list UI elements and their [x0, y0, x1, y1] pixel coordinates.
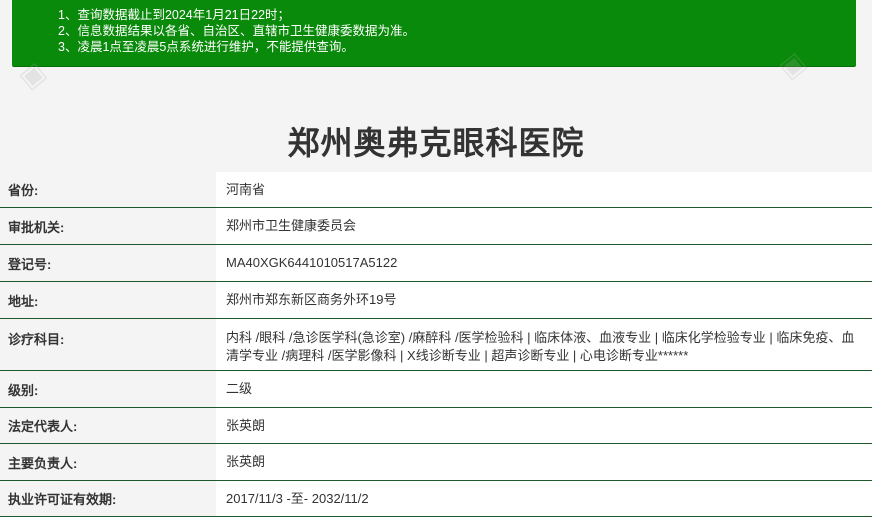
table-row-province: 省份: 河南省	[0, 172, 872, 208]
table-row-approval-authority: 审批机关: 郑州市卫生健康委员会	[0, 208, 872, 245]
table-row-legal-representative: 法定代表人: 张英朗	[0, 408, 872, 444]
row-value: 河南省	[216, 172, 872, 207]
table-row-address: 地址: 郑州市郑东新区商务外环19号	[0, 282, 872, 319]
row-label: 执业许可证有效期:	[0, 481, 216, 516]
row-value: 张英朗	[216, 408, 872, 443]
row-value: 郑州市卫生健康委员会	[216, 208, 872, 244]
notice-line: 2、信息数据结果以各省、自治区、直辖市卫生健康委数据为准。	[58, 24, 415, 38]
row-label: 地址:	[0, 282, 216, 318]
row-value: MA40XGK6441010517A5122	[216, 245, 872, 281]
row-label: 法定代表人:	[0, 408, 216, 443]
table-row-level: 级别: 二级	[0, 371, 872, 408]
table-row-registration-number: 登记号: MA40XGK6441010517A5122	[0, 245, 872, 282]
row-value: 张英朗	[216, 444, 872, 480]
row-value: 二级	[216, 371, 872, 407]
table-row-departments: 诊疗科目: 内科 /眼科 /急诊医学科(急诊室) /麻醉科 /医学检验科 | 临…	[0, 319, 872, 371]
row-label: 主要负责人:	[0, 444, 216, 480]
row-value: 郑州市郑东新区商务外环19号	[216, 282, 872, 318]
notice-banner: 1、查询数据截止到2024年1月21日22时； 2、信息数据结果以各省、自治区、…	[12, 0, 856, 67]
notice-list: 1、查询数据截止到2024年1月21日22时； 2、信息数据结果以各省、自治区、…	[58, 7, 415, 55]
row-label: 审批机关:	[0, 208, 216, 244]
row-value: 内科 /眼科 /急诊医学科(急诊室) /麻醉科 /医学检验科 | 临床体液、血液…	[216, 319, 872, 370]
row-label: 省份:	[0, 172, 216, 207]
table-row-license-validity: 执业许可证有效期: 2017/11/3 -至- 2032/11/2	[0, 481, 872, 517]
notice-line: 1、查询数据截止到2024年1月21日22时；	[58, 8, 291, 22]
row-value: 2017/11/3 -至- 2032/11/2	[216, 481, 872, 516]
row-label: 登记号:	[0, 245, 216, 281]
page-title: 郑州奥弗克眼科医院	[287, 125, 585, 162]
row-label: 诊疗科目:	[0, 319, 216, 370]
row-label: 级别:	[0, 371, 216, 407]
hospital-info-table: 省份: 河南省 审批机关: 郑州市卫生健康委员会 登记号: MA40XGK644…	[0, 172, 872, 517]
notice-line: 3、凌晨1点至凌晨5点系统进行维护，不能提供查询。	[58, 40, 354, 54]
table-row-principal: 主要负责人: 张英朗	[0, 444, 872, 481]
